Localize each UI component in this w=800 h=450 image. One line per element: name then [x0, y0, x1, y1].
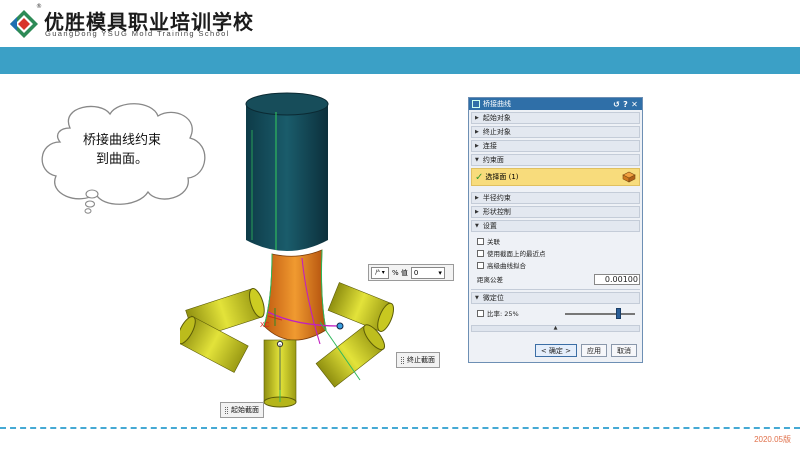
- end-section-callout[interactable]: 终止截面: [396, 352, 440, 368]
- ratio-row: 比率: 25%: [477, 307, 640, 319]
- percent-value-toolbar: /ᴬ ▾ % 值 0 ▾: [368, 264, 454, 281]
- ok-button[interactable]: < 确定 >: [534, 344, 577, 357]
- distance-tolerance-row: 距离公差 0.00100: [477, 273, 640, 285]
- xc-axis-label: XC: [260, 322, 270, 329]
- checkmark-icon: ✓: [475, 171, 484, 183]
- expand-arrow-icon: ▶: [475, 195, 479, 201]
- ratio-slider-track[interactable]: [565, 313, 635, 315]
- group-radius-constraint[interactable]: ▶ 半径约束: [471, 192, 640, 204]
- start-section-callout[interactable]: 起始截面: [220, 402, 264, 418]
- callout-grip-icon: [225, 406, 228, 414]
- percent-value-label: % 值: [392, 268, 408, 277]
- expand-arrow-icon: ▶: [475, 129, 479, 135]
- expand-arrow-icon: ▶: [475, 209, 479, 215]
- apply-button[interactable]: 应用: [581, 344, 607, 357]
- footer-dashed-line: [0, 427, 800, 429]
- group-shape-control[interactable]: ▶ 形状控制: [471, 206, 640, 218]
- group-end-object[interactable]: ▶ 终止对象: [471, 126, 640, 138]
- collapse-arrow-icon: ▼: [475, 157, 479, 163]
- ratio-checkbox[interactable]: [477, 309, 484, 317]
- ratio-slider-thumb[interactable]: [615, 308, 621, 319]
- select-face-row[interactable]: ✓ 选择面 (1): [471, 168, 640, 186]
- callout-grip-icon: [401, 356, 404, 364]
- cad-model-viewport[interactable]: [180, 90, 460, 420]
- collapse-dialog-bar[interactable]: ▲: [471, 325, 640, 332]
- checkbox[interactable]: [477, 237, 484, 245]
- cloud-line-1: 桥接曲线约束: [82, 133, 161, 148]
- version-label: 2020.05版: [754, 435, 791, 444]
- reset-icon[interactable]: ↺: [612, 100, 621, 109]
- dialog-titlebar: 桥接曲线 ↺ ? ✕: [469, 98, 642, 110]
- select-face-label: 选择面 (1): [485, 173, 519, 181]
- group-start-object[interactable]: ▶ 起始对象: [471, 112, 640, 124]
- option-advanced-fit[interactable]: 高级曲线拟合: [477, 260, 642, 270]
- curve-type-icon[interactable]: /ᴬ ▾: [371, 266, 389, 279]
- group-constraint-face[interactable]: ▼ 约束面: [471, 154, 640, 166]
- bridge-curve-icon: [472, 100, 480, 108]
- school-subtitle: GuangDong YSUG Mold Training School: [45, 29, 230, 38]
- ratio-label: 比率: 25%: [487, 310, 519, 318]
- group-connection[interactable]: ▶ 连接: [471, 140, 640, 152]
- option-associative[interactable]: 关联: [477, 236, 642, 246]
- cancel-button[interactable]: 取消: [611, 344, 637, 357]
- distance-tolerance-input[interactable]: 0.00100: [594, 273, 640, 285]
- slide: ® 优胜模具职业培训学校 GuangDong YSUG Mold Trainin…: [0, 0, 800, 450]
- bridge-curve-dialog: 桥接曲线 ↺ ? ✕ ▶ 起始对象 ▶ 终止对象 ▶ 连接 ▼ 约束面 ✓ 选择面 (1…: [468, 97, 643, 363]
- divider: [471, 289, 640, 290]
- dialog-title: 桥接曲线: [483, 100, 511, 108]
- group-fine-positioning[interactable]: ▼ 微定位: [471, 292, 640, 304]
- expand-arrow-icon: ▶: [475, 115, 479, 121]
- collapse-arrow-icon: ▼: [475, 295, 479, 301]
- header-band: [0, 47, 800, 74]
- distance-tolerance-label: 距离公差: [477, 276, 503, 284]
- close-icon[interactable]: ✕: [630, 100, 639, 109]
- expand-arrow-icon: ▶: [475, 143, 479, 149]
- option-nearest-point[interactable]: 使用截面上的最近点: [477, 248, 642, 258]
- dialog-button-row: < 确定 > 应用 取消: [534, 344, 637, 357]
- cloud-line-2: 到曲面。: [95, 152, 148, 167]
- checkbox[interactable]: [477, 261, 484, 269]
- percent-value-select[interactable]: 0 ▾: [410, 266, 445, 279]
- school-logo-icon: [10, 10, 38, 38]
- group-settings[interactable]: ▼ 设置: [471, 220, 640, 232]
- collapse-arrow-icon: ▼: [475, 223, 479, 229]
- registered-mark: ®: [36, 3, 42, 10]
- help-icon[interactable]: ?: [621, 100, 630, 109]
- cloud-text: 桥接曲线约束 到曲面。: [62, 131, 182, 169]
- checkbox[interactable]: [477, 249, 484, 257]
- face-select-icon[interactable]: [622, 171, 636, 183]
